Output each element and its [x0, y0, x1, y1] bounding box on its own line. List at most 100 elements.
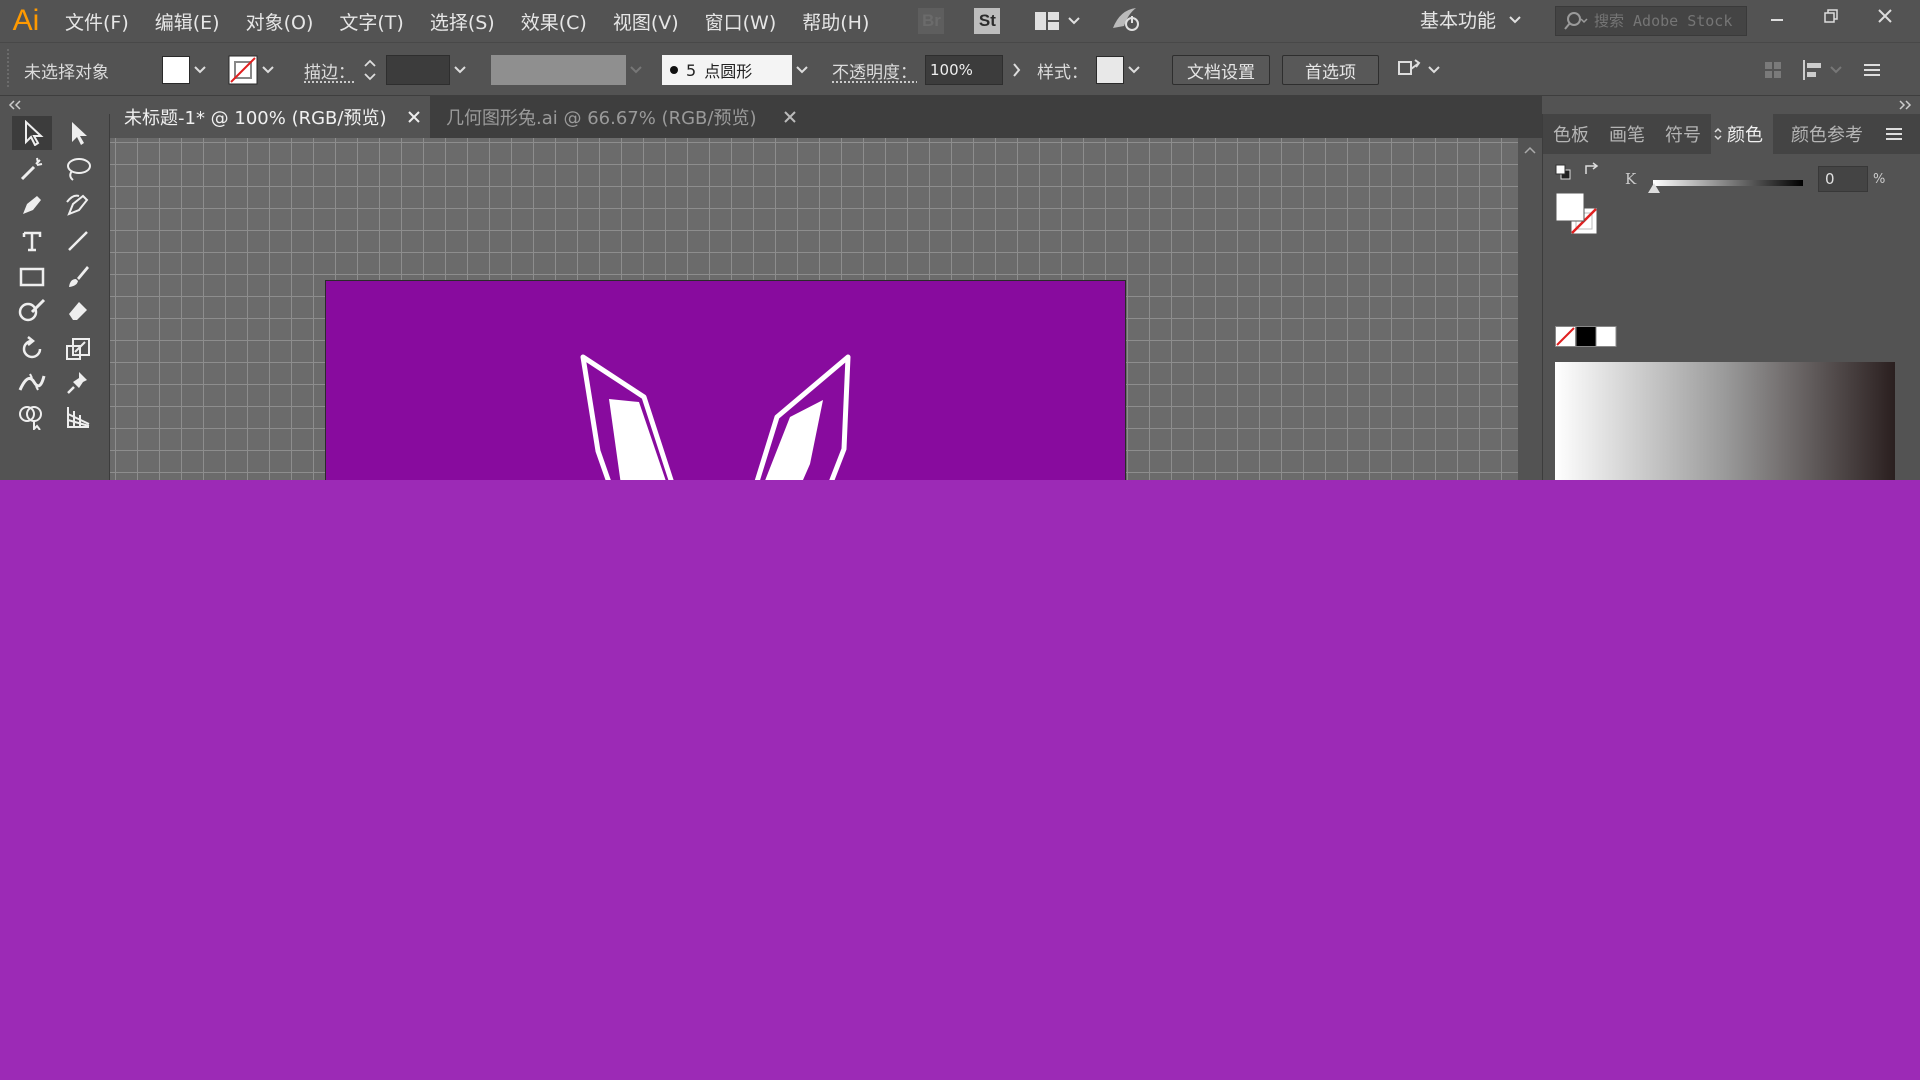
document-setup-button[interactable]: 文档设置 [1172, 55, 1270, 85]
opacity-control[interactable]: 100% [925, 55, 1027, 85]
puppet-warp-tool[interactable] [58, 366, 98, 400]
workspace-label: 基本功能 [1420, 6, 1496, 33]
opacity-expand-button[interactable] [1007, 56, 1027, 84]
selection-status: 未选择对象 [24, 55, 109, 85]
slider-thumb-icon[interactable] [1647, 182, 1661, 194]
eraser-tool[interactable] [58, 294, 98, 328]
paintbrush-tool[interactable] [58, 260, 98, 294]
graphic-style-swatch[interactable] [1096, 56, 1124, 84]
shape-builder-tool[interactable] [12, 400, 52, 434]
default-colors-icon[interactable] [1555, 164, 1571, 180]
arrange-documents-button[interactable] [1034, 11, 1080, 31]
align-grid-icon[interactable] [1764, 61, 1782, 79]
quick-swatches [1555, 326, 1617, 348]
tab-color-guide[interactable]: 颜色参考 [1781, 114, 1873, 154]
lasso-tool[interactable] [58, 152, 98, 186]
canvas-area[interactable] [110, 138, 1518, 494]
variable-width-profile[interactable] [491, 55, 646, 85]
swap-colors-icon[interactable] [1583, 162, 1601, 180]
k-value-input[interactable]: 0 [1818, 166, 1868, 192]
panel-menu-icon[interactable] [1862, 62, 1882, 78]
fill-color-picker[interactable] [162, 55, 210, 85]
rabbit-ears-artwork[interactable] [326, 281, 1127, 494]
stroke-color-picker[interactable] [228, 55, 278, 85]
tab-geometric-rabbit[interactable]: 几何图形兔.ai @ 66.67% (RGB/预览) [432, 96, 804, 138]
opacity-label[interactable]: 不透明度： [832, 55, 917, 85]
artboard[interactable] [325, 280, 1126, 494]
pen-tool[interactable] [12, 188, 52, 222]
rotate-tool[interactable] [12, 332, 52, 366]
no-stroke-swatch-icon[interactable] [228, 55, 258, 85]
stroke-dropdown[interactable] [258, 56, 278, 84]
menu-window[interactable]: 窗口(W) [692, 8, 790, 35]
panel-menu-icon[interactable] [1885, 127, 1903, 141]
scroll-up-icon[interactable] [1524, 146, 1536, 154]
direct-selection-tool[interactable] [58, 116, 98, 150]
brush-definition-picker[interactable]: 5 点圆形 [662, 55, 812, 85]
none-swatch[interactable] [1556, 327, 1576, 347]
k-slider-track[interactable] [1653, 180, 1803, 186]
graphic-style-dropdown[interactable] [1124, 56, 1144, 84]
stock-search-input[interactable] [1594, 12, 1744, 30]
rotate-icon [19, 336, 45, 362]
graphic-style-picker[interactable] [1096, 55, 1144, 85]
stock-button[interactable]: St [974, 8, 1000, 34]
width-profile-dropdown[interactable] [626, 56, 646, 84]
shaper-tool[interactable] [12, 294, 52, 328]
white-swatch[interactable] [1596, 327, 1616, 347]
black-swatch[interactable] [1576, 327, 1596, 347]
menu-view[interactable]: 视图(V) [600, 8, 692, 35]
arrange-menu[interactable] [1396, 55, 1440, 85]
stroke-weight-input[interactable] [386, 55, 450, 85]
fill-swatch[interactable] [162, 56, 190, 84]
stroke-weight-dropdown[interactable] [450, 56, 470, 84]
collapse-panel-icon[interactable] [8, 100, 22, 110]
sync-settings-button[interactable] [1110, 6, 1142, 37]
type-tool[interactable] [12, 224, 52, 258]
tab-symbols[interactable]: 符号 [1655, 114, 1711, 154]
stroke-weight-stepper[interactable] [362, 55, 470, 85]
menu-file[interactable]: 文件(F) [52, 8, 142, 35]
workspace-switcher[interactable]: 基本功能 [1420, 6, 1522, 33]
rectangle-tool[interactable] [12, 260, 52, 294]
close-tab-button[interactable] [408, 107, 420, 128]
menu-type[interactable]: 文字(T) [326, 8, 416, 35]
preferences-button[interactable]: 首选项 [1282, 55, 1379, 85]
restore-button[interactable] [1819, 4, 1843, 28]
minimize-button[interactable] [1765, 4, 1789, 28]
stepper-arrows-icon[interactable] [362, 56, 378, 84]
tab-color[interactable]: 颜色 [1711, 114, 1773, 154]
width-profile-field[interactable] [491, 55, 626, 85]
align-menu[interactable] [1802, 60, 1842, 80]
fill-stroke-indicator[interactable] [1555, 192, 1599, 236]
color-spectrum[interactable] [1555, 362, 1895, 494]
scale-tool[interactable] [58, 332, 98, 366]
stroke-label[interactable]: 描边： [304, 55, 355, 85]
close-tab-button[interactable] [784, 107, 796, 128]
tab-swatches[interactable]: 色板 [1543, 114, 1599, 154]
expand-panel-icon[interactable] [1898, 100, 1912, 110]
brush-dropdown[interactable] [792, 56, 812, 84]
menu-edit[interactable]: 编辑(E) [142, 8, 233, 35]
chevron-down-icon [1128, 66, 1140, 74]
menu-select[interactable]: 选择(S) [417, 8, 508, 35]
width-tool[interactable] [12, 366, 52, 400]
menu-object[interactable]: 对象(O) [233, 8, 327, 35]
tab-brushes[interactable]: 画笔 [1599, 114, 1655, 154]
opacity-input[interactable]: 100% [925, 55, 1003, 85]
stock-search-box[interactable] [1555, 6, 1747, 36]
close-icon [1877, 8, 1893, 24]
vertical-scrollbar[interactable] [1518, 138, 1542, 494]
menu-help[interactable]: 帮助(H) [789, 8, 882, 35]
bridge-button[interactable]: Br [918, 8, 944, 34]
close-window-button[interactable] [1873, 4, 1897, 28]
brush-definition-field[interactable]: 5 点圆形 [662, 55, 792, 85]
perspective-grid-tool[interactable] [58, 400, 98, 434]
tab-untitled-1[interactable]: 未标题-1* @ 100% (RGB/预览) [110, 96, 430, 138]
curvature-tool[interactable] [58, 188, 98, 222]
line-segment-tool[interactable] [58, 224, 98, 258]
menu-effect[interactable]: 效果(C) [508, 8, 600, 35]
magic-wand-tool[interactable] [12, 152, 52, 186]
fill-dropdown[interactable] [190, 56, 210, 84]
selection-tool[interactable] [12, 116, 52, 150]
